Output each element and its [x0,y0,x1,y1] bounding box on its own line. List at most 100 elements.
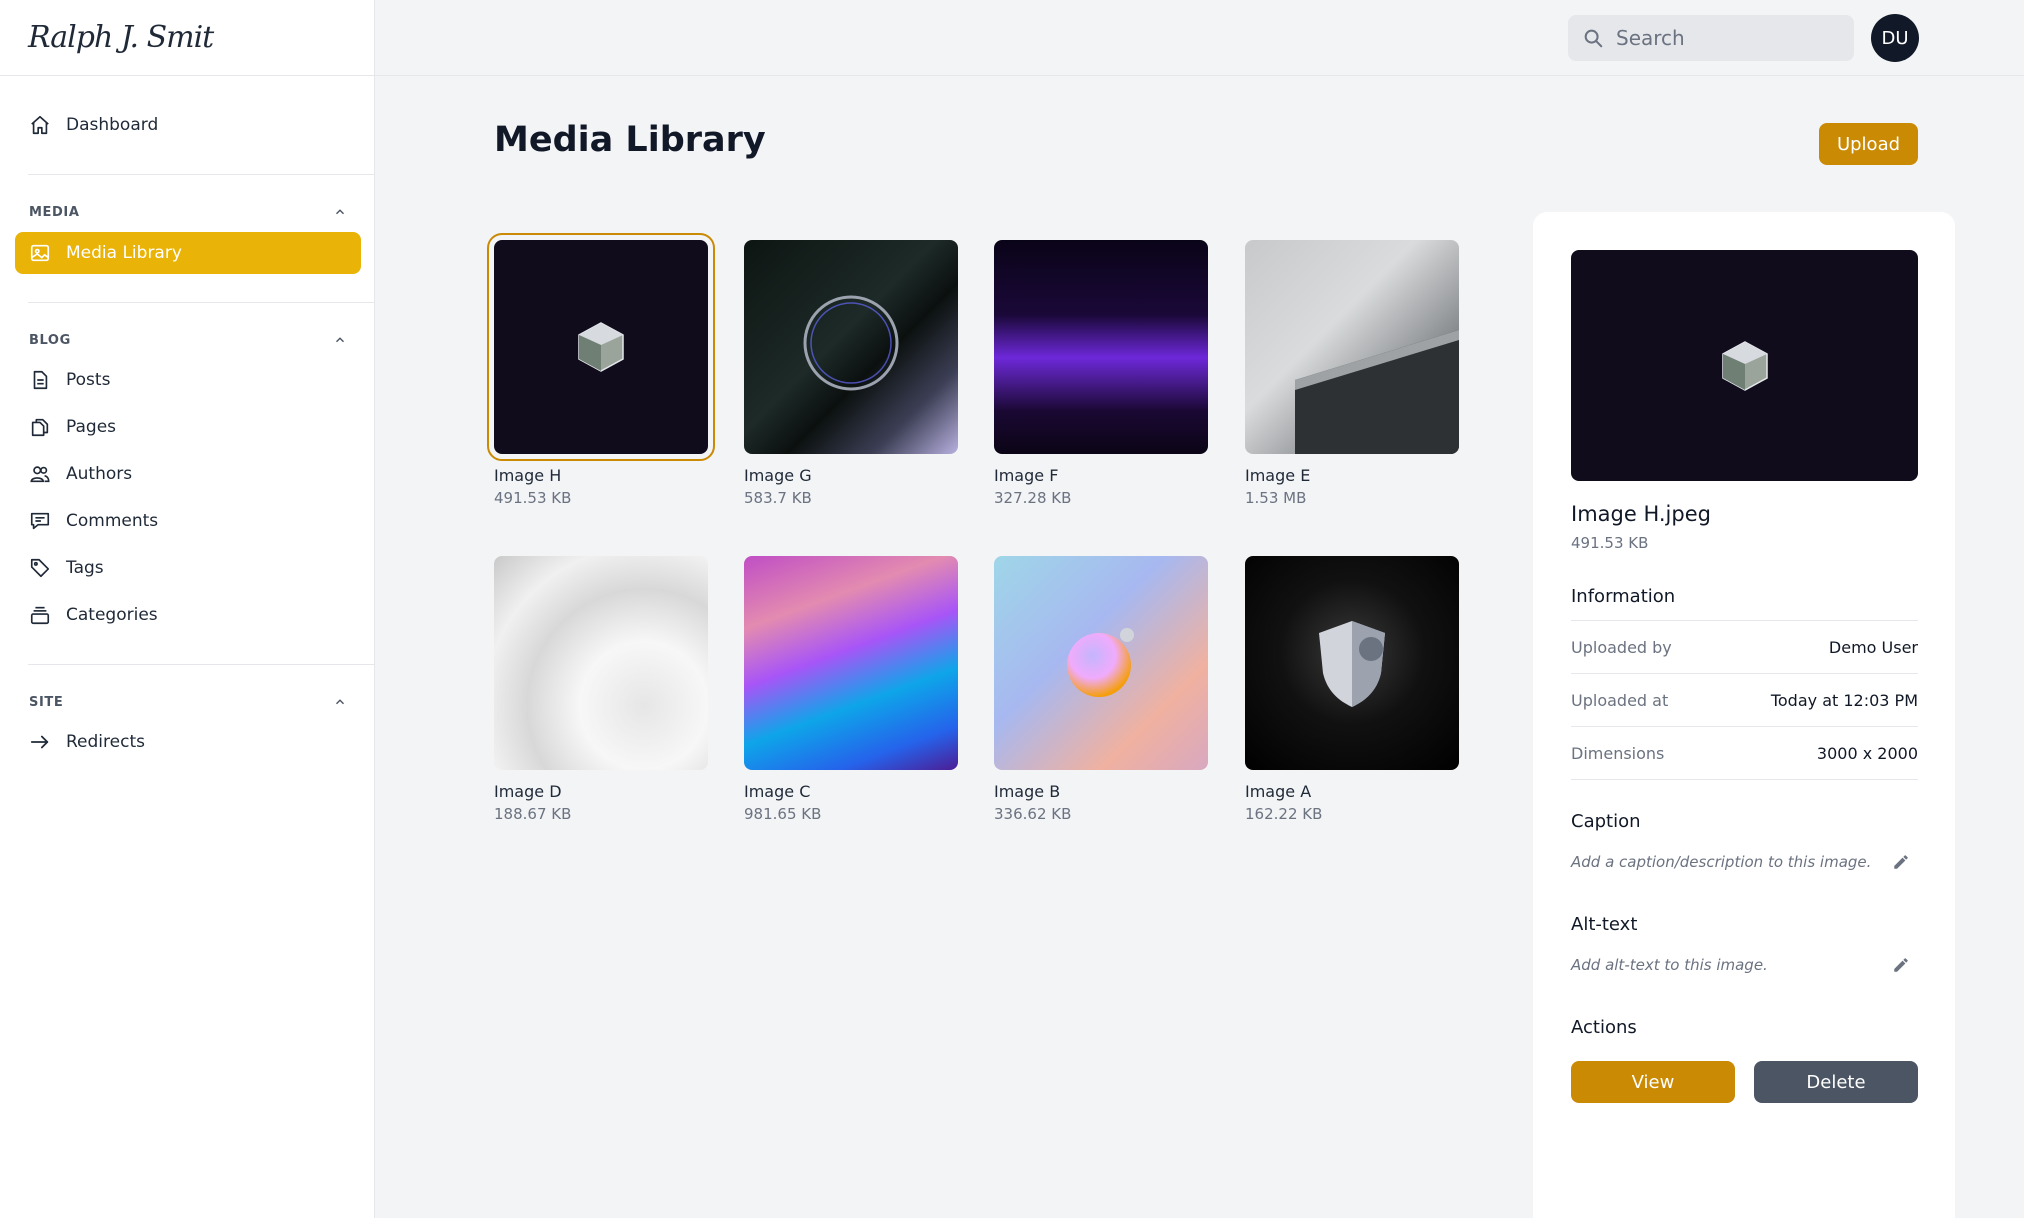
media-tile[interactable]: Image C 981.65 KB [744,556,958,823]
info-value: 3000 x 2000 [1816,743,1918,763]
file-name: Image H.jpeg [1571,502,1711,526]
media-size: 981.65 KB [744,805,822,823]
block-shape [1295,330,1459,454]
info-value: Today at 12:03 PM [1770,690,1918,710]
gem-shape [1721,340,1768,391]
pencil-icon[interactable] [1892,956,1910,974]
sidebar-item-label: Tags [66,558,104,578]
sidebar-item-redirects[interactable]: Redirects [15,721,361,763]
search-box[interactable] [1568,15,1854,61]
media-size: 336.62 KB [994,805,1072,823]
sidebar-item-label: Authors [66,464,133,484]
gem-shape [578,322,624,372]
group-label-site: SITE [29,695,64,710]
search-input[interactable] [1616,26,1836,50]
sphere-shape [1067,628,1134,697]
media-size: 188.67 KB [494,805,572,823]
logo-bar: Ralph J. Smit [0,0,374,76]
avatar[interactable]: DU [1871,14,1919,62]
sidebar-item-label: Categories [66,605,158,625]
information-list: Uploaded by Demo User Uploaded at Today … [1571,620,1918,780]
caption-heading: Caption [1571,811,1641,832]
sidebar-item-posts[interactable]: Posts [15,359,361,401]
upload-button[interactable]: Upload [1819,123,1918,165]
divider [28,664,375,665]
media-thumbnail [1245,240,1459,454]
chevron-up-icon[interactable] [333,695,347,709]
preview-image [1571,250,1918,481]
sidebar-item-tags[interactable]: Tags [15,547,361,589]
info-key: Dimensions [1571,743,1665,763]
divider [28,302,375,303]
search-icon [1584,29,1603,48]
sidebar-item-categories[interactable]: Categories [15,594,361,636]
chevron-up-icon[interactable] [333,333,347,347]
media-tile[interactable]: Image B 336.62 KB [994,556,1208,823]
media-thumbnail [744,240,958,454]
sidebar-item-label: Redirects [66,732,145,752]
info-value: Demo User [1828,637,1918,657]
page-title: Media Library [494,120,766,160]
pages-icon [31,418,49,437]
sidebar-item-label: Pages [66,417,117,437]
pencil-icon[interactable] [1892,853,1910,871]
sidebar-item-label: Dashboard [66,115,159,135]
media-name: Image F [994,466,1059,485]
shield-shape [1319,621,1385,707]
information-heading: Information [1571,586,1676,607]
image-icon [30,244,50,262]
media-thumbnail [744,556,958,770]
media-tile[interactable]: Image F 327.28 KB [994,240,1208,507]
sidebar-item-media-library[interactable]: Media Library [15,232,361,274]
media-size: 327.28 KB [994,489,1072,507]
view-button[interactable]: View [1571,1061,1735,1103]
actions-heading: Actions [1571,1017,1637,1038]
document-icon [33,370,48,390]
comment-icon [30,512,50,530]
info-row: Dimensions 3000 x 2000 [1571,727,1918,780]
tag-icon [30,558,50,578]
info-row: Uploaded at Today at 12:03 PM [1571,674,1918,727]
sidebar-item-label: Comments [66,511,159,531]
media-size: 583.7 KB [744,489,812,507]
media-name: Image C [744,782,811,801]
alt-text-field[interactable]: Add alt-text to this image. [1571,956,1918,974]
media-size: 1.53 MB [1245,489,1307,507]
media-thumbnail [494,556,708,770]
group-label-media: MEDIA [29,205,80,220]
sidebar-item-comments[interactable]: Comments [15,500,361,542]
info-key: Uploaded by [1571,637,1672,657]
sidebar-item-dashboard[interactable]: Dashboard [15,104,361,146]
media-tile[interactable]: Image E 1.53 MB [1245,240,1459,507]
chevron-up-icon[interactable] [333,205,347,219]
media-tile[interactable]: Image A 162.22 KB [1245,556,1459,823]
app: Ralph J. Smit Dashboard MEDIA Media Libr… [0,0,2024,1218]
media-thumbnail [994,240,1208,454]
sidebar-item-authors[interactable]: Authors [15,453,361,495]
arrow-right-icon [30,735,49,749]
info-row: Uploaded by Demo User [1571,621,1918,674]
divider [28,174,375,175]
media-thumbnail [1245,556,1459,770]
sidebar-item-pages[interactable]: Pages [15,406,361,448]
alt-text-heading: Alt-text [1571,914,1638,935]
delete-button[interactable]: Delete [1754,1061,1918,1103]
info-key: Uploaded at [1571,690,1669,710]
sidebar-item-label: Posts [66,370,111,390]
media-name: Image H [494,466,562,485]
media-name: Image D [494,782,562,801]
media-thumbnail [994,556,1208,770]
media-tile[interactable]: Image D 188.67 KB [494,556,708,823]
logo[interactable]: Ralph J. Smit [28,20,214,55]
sidebar: Ralph J. Smit Dashboard MEDIA Media Libr… [0,0,375,1218]
media-tile[interactable]: Image G 583.7 KB [744,240,958,507]
detail-panel: Image H.jpeg 491.53 KB Information Uploa… [1533,212,1955,1218]
caption-field[interactable]: Add a caption/description to this image. [1571,853,1918,871]
caption-placeholder: Add a caption/description to this image. [1571,853,1872,871]
collection-icon [30,606,50,625]
media-size: 491.53 KB [494,489,572,507]
media-tile[interactable]: Image H 491.53 KB [487,233,715,507]
topbar: DU [375,0,2024,76]
media-size: 162.22 KB [1245,805,1323,823]
file-size: 491.53 KB [1571,534,1649,552]
